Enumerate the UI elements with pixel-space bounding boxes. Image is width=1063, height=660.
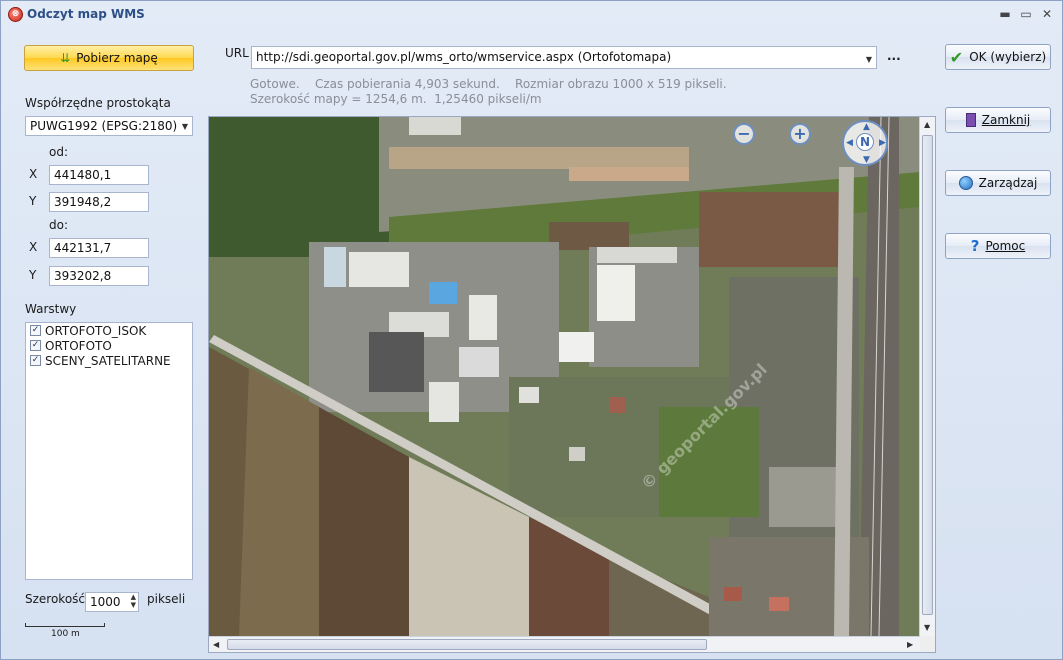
layer-name: ORTOFOTO_ISOK [45, 323, 147, 338]
crs-select[interactable]: PUWG1992 (EPSG:2180) ▼ [25, 116, 193, 136]
pan-right-icon[interactable]: ▶ [879, 138, 886, 148]
to-x-field[interactable]: 442131,7 [49, 238, 149, 258]
close-button[interactable]: Zamknij [945, 107, 1051, 133]
width-unit-label: pikseli [147, 592, 186, 606]
scale-bar [25, 623, 105, 627]
status-text: Gotowe. Czas pobierania 4,903 sekund. Ro… [250, 77, 727, 91]
layer-checkbox[interactable]: ✓ [30, 340, 41, 351]
width-label: Szerokość [25, 592, 86, 606]
download-map-button[interactable]: ⇊ Pobierz mapę [24, 45, 194, 71]
url-value: http://sdi.geoportal.gov.pl/wms_orto/wms… [256, 50, 672, 64]
crs-value: PUWG1992 (EPSG:2180) [30, 119, 178, 133]
layer-name: ORTOFOTO [45, 338, 112, 353]
window-title: Odczyt map WMS [27, 7, 145, 21]
pan-down-icon[interactable]: ▼ [863, 155, 870, 165]
aerial-image [209, 117, 920, 636]
compass-control[interactable]: ▲ ▼ ◀ ▶ N [842, 120, 888, 166]
door-icon [965, 113, 976, 127]
app-icon: ⊗ [8, 7, 23, 22]
zoom-in-button[interactable]: + [789, 123, 811, 145]
layers-label: Warstwy [25, 302, 77, 316]
pan-up-icon[interactable]: ▲ [863, 122, 870, 132]
orthophoto-map[interactable]: © geoportal.gov.pl − + ▲ ▼ ◀ ▶ N [209, 117, 920, 636]
close-window-button[interactable]: ✕ [1038, 6, 1056, 22]
coords-label: Współrzędne prostokąta [25, 96, 171, 110]
width-value: 1000 [90, 595, 121, 609]
to-y-field[interactable]: 393202,8 [49, 266, 149, 286]
help-label: Pomoc [985, 239, 1026, 253]
to-y-label: Y [29, 268, 37, 282]
download-arrow-icon: ⇊ [60, 51, 71, 65]
title-bar[interactable]: ⊗ Odczyt map WMS ▬ ▭ ✕ [1, 1, 1062, 29]
manage-label: Zarządzaj [978, 176, 1038, 190]
to-label: do: [49, 218, 69, 232]
layer-name: SCENY_SATELITARNE [45, 353, 171, 368]
layers-list[interactable]: ✓ ORTOFOTO_ISOK ✓ ORTOFOTO ✓ SCENY_SATEL… [25, 322, 193, 580]
manage-button[interactable]: Zarządzaj [945, 170, 1051, 196]
layer-item[interactable]: ✓ ORTOFOTO_ISOK [26, 323, 192, 338]
maximize-button[interactable]: ▭ [1017, 6, 1035, 22]
map-width-text: Szerokość mapy = 1254,6 m. 1,25460 pikse… [250, 92, 542, 106]
url-label: URL [225, 46, 249, 60]
horizontal-scrollbar[interactable]: ◀ ▶ [209, 636, 920, 652]
from-x-field[interactable]: 441480,1 [49, 165, 149, 185]
from-y-label: Y [29, 194, 37, 208]
north-icon[interactable]: N [856, 133, 874, 151]
ok-label: OK (wybierz) [969, 50, 1047, 64]
stepper-arrows-icon[interactable]: ▲ ▼ [131, 593, 136, 609]
map-viewer[interactable]: © geoportal.gov.pl − + ▲ ▼ ◀ ▶ N ▲ ▼ ◀ ▶ [208, 116, 936, 653]
chevron-down-icon: ▼ [181, 122, 188, 131]
scroll-up-icon[interactable]: ▲ [924, 120, 930, 129]
layer-checkbox[interactable]: ✓ [30, 355, 41, 366]
vertical-scroll-thumb[interactable] [922, 135, 933, 615]
zoom-out-button[interactable]: − [733, 123, 755, 145]
url-select[interactable]: http://sdi.geoportal.gov.pl/wms_orto/wms… [251, 46, 877, 69]
scale-label: 100 m [51, 629, 80, 639]
download-map-label: Pobierz mapę [76, 51, 158, 65]
wms-dialog-window: ⊗ Odczyt map WMS ▬ ▭ ✕ ⇊ Pobierz mapę Ws… [0, 0, 1063, 660]
from-x-label: X [29, 167, 38, 181]
close-label: Zamknij [981, 113, 1031, 127]
checkmark-icon: ✔ [949, 47, 964, 67]
horizontal-scroll-thumb[interactable] [227, 639, 707, 650]
pan-left-icon[interactable]: ◀ [846, 138, 853, 148]
vertical-scrollbar[interactable]: ▲ ▼ [919, 117, 935, 636]
layer-item[interactable]: ✓ ORTOFOTO [26, 338, 192, 353]
from-label: od: [49, 145, 69, 159]
help-button[interactable]: ? Pomoc [945, 233, 1051, 259]
more-button[interactable]: ... [887, 49, 901, 63]
from-y-field[interactable]: 391948,2 [49, 192, 149, 212]
ok-select-button[interactable]: ✔ OK (wybierz) [945, 44, 1051, 70]
globe-icon [958, 176, 973, 190]
layer-checkbox[interactable]: ✓ [30, 325, 41, 336]
help-icon: ? [970, 237, 980, 255]
scroll-left-icon[interactable]: ◀ [213, 640, 219, 649]
minimize-button[interactable]: ▬ [996, 6, 1014, 22]
to-x-label: X [29, 240, 38, 254]
chevron-down-icon: ▼ [865, 55, 872, 64]
scroll-down-icon[interactable]: ▼ [924, 623, 930, 632]
width-stepper[interactable]: 1000 ▲ ▼ [85, 592, 139, 612]
scroll-right-icon[interactable]: ▶ [907, 640, 913, 649]
layer-item[interactable]: ✓ SCENY_SATELITARNE [26, 353, 192, 368]
